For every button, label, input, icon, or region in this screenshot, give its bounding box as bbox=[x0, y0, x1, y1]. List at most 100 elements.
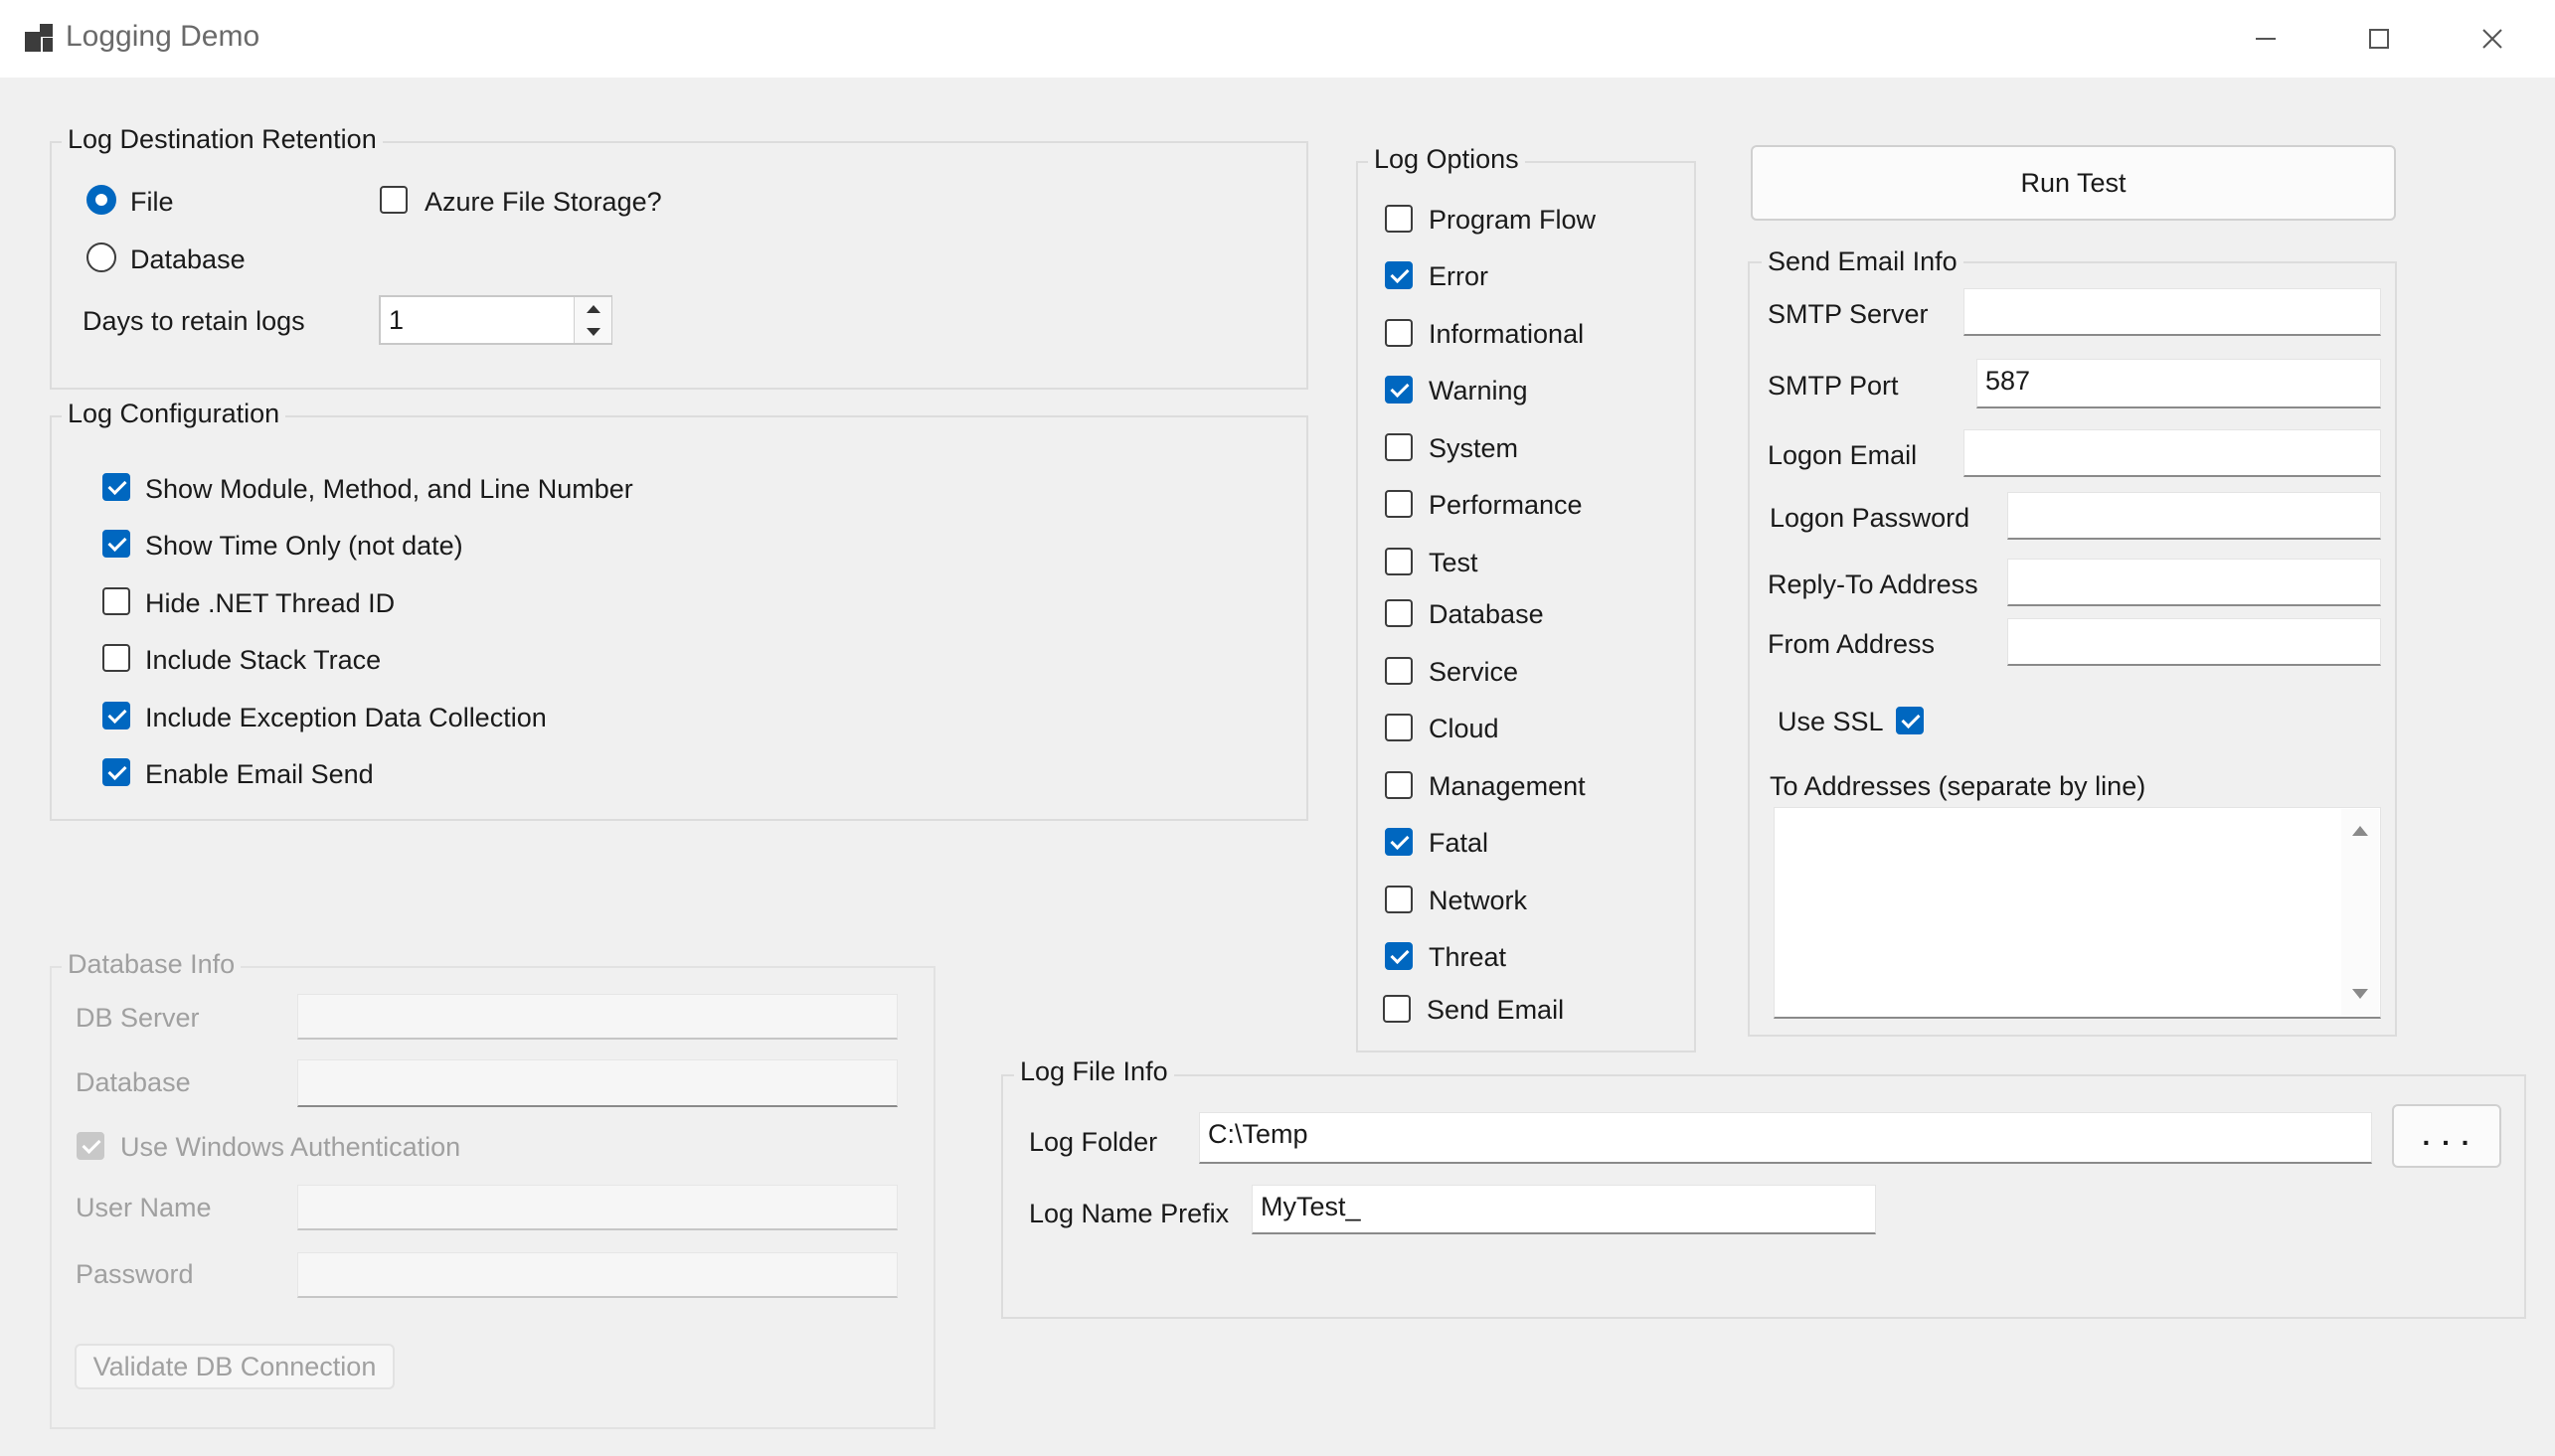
log-option-threat-label[interactable]: Threat bbox=[1429, 942, 1506, 973]
window-title: Logging Demo bbox=[66, 20, 260, 53]
title-bar: Logging Demo bbox=[0, 0, 2555, 78]
log-option-cloud-checkbox[interactable] bbox=[1385, 714, 1413, 741]
log-option-database-checkbox[interactable] bbox=[1385, 599, 1413, 627]
smtp-port-value: 587 bbox=[1985, 366, 2031, 396]
log-option-send-email-checkbox[interactable] bbox=[1383, 995, 1411, 1023]
logon-password-label: Logon Password bbox=[1770, 503, 1970, 533]
spin-down-button[interactable] bbox=[575, 320, 611, 343]
database-name-input[interactable] bbox=[297, 1059, 898, 1107]
logging-demo-window: Logging Demo Log Destination Retention F… bbox=[0, 0, 2555, 1456]
smtp-port-input[interactable]: 587 bbox=[1976, 359, 2381, 408]
log-option-service-checkbox[interactable] bbox=[1385, 657, 1413, 685]
show-module-method-line-label[interactable]: Show Module, Method, and Line Number bbox=[145, 474, 633, 505]
log-option-program-flow-label[interactable]: Program Flow bbox=[1429, 205, 1596, 236]
use-ssl-checkbox[interactable] bbox=[1896, 707, 1924, 734]
log-option-system-checkbox[interactable] bbox=[1385, 433, 1413, 461]
log-option-warning-checkbox[interactable] bbox=[1385, 376, 1413, 404]
log-option-performance-label[interactable]: Performance bbox=[1429, 490, 1583, 521]
log-option-threat-checkbox[interactable] bbox=[1385, 942, 1413, 970]
log-option-warning-label[interactable]: Warning bbox=[1429, 376, 1528, 406]
file-radio-label[interactable]: File bbox=[130, 187, 174, 218]
log-option-send-email-label[interactable]: Send Email bbox=[1427, 995, 1564, 1026]
enable-email-send-label[interactable]: Enable Email Send bbox=[145, 759, 374, 790]
user-name-label: User Name bbox=[76, 1193, 212, 1222]
log-option-informational-label[interactable]: Informational bbox=[1429, 319, 1584, 350]
log-option-database-label[interactable]: Database bbox=[1429, 599, 1544, 630]
file-radio[interactable] bbox=[86, 185, 116, 215]
log-option-error-checkbox[interactable] bbox=[1385, 261, 1413, 289]
log-name-prefix-label: Log Name Prefix bbox=[1029, 1199, 1230, 1228]
log-folder-input[interactable]: C:\Temp bbox=[1199, 1112, 2372, 1164]
run-test-button[interactable]: Run Test bbox=[1751, 145, 2396, 221]
use-ssl-label[interactable]: Use SSL bbox=[1778, 707, 1884, 737]
db-server-input[interactable] bbox=[297, 994, 898, 1040]
logon-email-input[interactable] bbox=[1963, 429, 2381, 477]
scroll-down-arrow-icon bbox=[2352, 989, 2368, 999]
log-option-network-checkbox[interactable] bbox=[1385, 886, 1413, 913]
from-address-label: From Address bbox=[1768, 629, 1936, 659]
log-option-management-label[interactable]: Management bbox=[1429, 771, 1586, 802]
db-password-input[interactable] bbox=[297, 1252, 898, 1298]
log-option-test-label[interactable]: Test bbox=[1429, 548, 1478, 578]
log-option-management-checkbox[interactable] bbox=[1385, 771, 1413, 799]
log-name-prefix-input[interactable]: MyTest_ bbox=[1252, 1185, 1876, 1234]
spin-down-arrow-icon bbox=[586, 327, 600, 336]
hide-thread-id-checkbox[interactable] bbox=[102, 587, 130, 615]
show-module-method-line-checkbox[interactable] bbox=[102, 473, 130, 501]
browse-folder-button[interactable]: . . . bbox=[2392, 1104, 2501, 1168]
log-option-performance-checkbox[interactable] bbox=[1385, 490, 1413, 518]
include-exception-data-label[interactable]: Include Exception Data Collection bbox=[145, 703, 547, 733]
include-stack-trace-checkbox[interactable] bbox=[102, 644, 130, 672]
log-option-informational-checkbox[interactable] bbox=[1385, 319, 1413, 347]
log-option-test-checkbox[interactable] bbox=[1385, 548, 1413, 575]
log-option-fatal-label[interactable]: Fatal bbox=[1429, 828, 1488, 859]
log-configuration-legend: Log Configuration bbox=[62, 399, 286, 429]
log-folder-value: C:\Temp bbox=[1208, 1119, 1308, 1149]
log-option-fatal-checkbox[interactable] bbox=[1385, 828, 1413, 856]
log-option-system-label[interactable]: System bbox=[1429, 433, 1518, 464]
database-radio[interactable] bbox=[86, 243, 116, 272]
show-time-only-label[interactable]: Show Time Only (not date) bbox=[145, 531, 463, 562]
minimize-button[interactable] bbox=[2209, 0, 2322, 78]
validate-db-connection-button[interactable]: Validate DB Connection bbox=[75, 1344, 395, 1389]
to-addresses-scrollbar[interactable] bbox=[2341, 809, 2379, 1016]
use-windows-auth-checkbox[interactable] bbox=[77, 1132, 104, 1160]
log-option-program-flow-checkbox[interactable] bbox=[1385, 205, 1413, 233]
scroll-up-button[interactable] bbox=[2352, 823, 2368, 841]
show-time-only-checkbox[interactable] bbox=[102, 530, 130, 558]
log-option-network-label[interactable]: Network bbox=[1429, 886, 1527, 916]
scroll-down-button[interactable] bbox=[2352, 986, 2368, 1004]
close-button[interactable] bbox=[2436, 0, 2549, 78]
azure-file-storage-label[interactable]: Azure File Storage? bbox=[425, 187, 662, 218]
log-name-prefix-value: MyTest_ bbox=[1261, 1192, 1361, 1221]
to-addresses-label: To Addresses (separate by line) bbox=[1770, 771, 2146, 801]
log-option-cloud-label[interactable]: Cloud bbox=[1429, 714, 1499, 744]
user-name-input[interactable] bbox=[297, 1185, 898, 1230]
database-radio-label[interactable]: Database bbox=[130, 244, 246, 275]
logon-email-label: Logon Email bbox=[1768, 440, 1918, 470]
smtp-server-label: SMTP Server bbox=[1768, 299, 1929, 329]
maximize-button[interactable] bbox=[2322, 0, 2436, 78]
log-option-service-label[interactable]: Service bbox=[1429, 657, 1518, 688]
log-options-legend: Log Options bbox=[1368, 144, 1525, 175]
from-address-input[interactable] bbox=[2007, 618, 2381, 666]
close-icon bbox=[2482, 29, 2502, 49]
log-folder-label: Log Folder bbox=[1029, 1127, 1158, 1157]
use-windows-auth-label[interactable]: Use Windows Authentication bbox=[120, 1132, 460, 1163]
smtp-server-input[interactable] bbox=[1963, 288, 2381, 336]
to-addresses-textarea[interactable] bbox=[1774, 807, 2381, 1019]
include-exception-data-checkbox[interactable] bbox=[102, 702, 130, 729]
scroll-up-arrow-icon bbox=[2352, 826, 2368, 836]
days-spin-buttons bbox=[574, 297, 611, 343]
maximize-icon bbox=[2369, 29, 2389, 49]
logon-password-input[interactable] bbox=[2007, 492, 2381, 540]
spin-up-button[interactable] bbox=[575, 297, 611, 320]
log-option-error-label[interactable]: Error bbox=[1429, 261, 1488, 292]
smtp-port-label: SMTP Port bbox=[1768, 371, 1899, 401]
enable-email-send-checkbox[interactable] bbox=[102, 758, 130, 786]
include-stack-trace-label[interactable]: Include Stack Trace bbox=[145, 645, 381, 676]
azure-file-storage-checkbox[interactable] bbox=[380, 186, 408, 214]
reply-to-address-input[interactable] bbox=[2007, 559, 2381, 606]
hide-thread-id-label[interactable]: Hide .NET Thread ID bbox=[145, 588, 395, 619]
db-server-label: DB Server bbox=[76, 1003, 200, 1033]
